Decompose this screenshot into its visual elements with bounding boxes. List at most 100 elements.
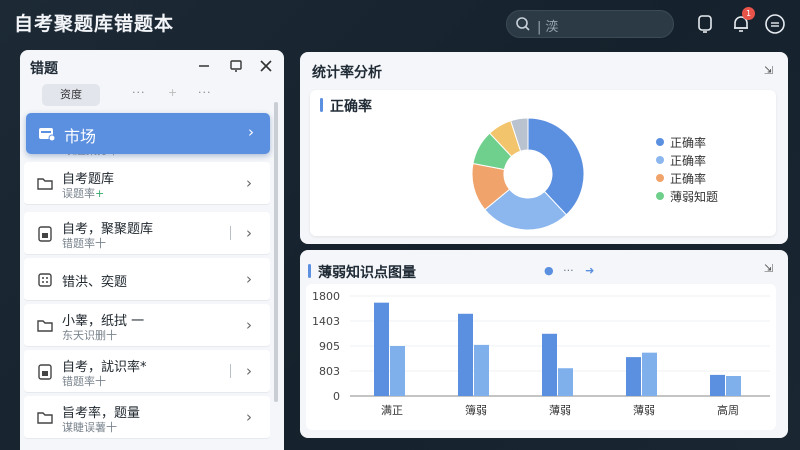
search-icon [516,17,530,31]
bar-chart: 1800 1403 905 803 0 满正 簿弱 薄弱 薄弱 高周 [306,284,776,430]
chart-legend: 正确率 正确率 正确率 薄弱知题 [656,134,718,206]
legend-label: 正确率 [670,136,707,150]
bar [374,302,389,396]
list-item-subtitle: 东天识删十 [62,327,117,343]
top-bar: 自考聚题库错题本 | 湙 1 [0,0,800,48]
chevron-right-icon[interactable]: › [246,362,252,380]
tab-active[interactable]: 资度 [42,84,100,106]
legend-item: 正确率 [656,134,718,152]
separator [230,226,231,240]
stats-panel-title: 统计率分析 [312,65,382,81]
market-label: 市场 [64,127,97,146]
chevron-right-icon[interactable]: › [246,408,252,426]
subtitle-text: 谋睫误薯十 [62,421,117,434]
accent-bar [320,98,323,112]
accuracy-subtitle: 正确率 [330,99,372,115]
collapse-icon[interactable]: ⇲ [764,64,773,77]
sidebar-item-market[interactable]: 市场 › [26,113,270,154]
bar [710,374,725,396]
list-item-subtitle: 误题率+ [62,185,104,201]
list-item[interactable]: 自考，訧识率* 错题率十 › [24,350,270,393]
y-tick-label: 905 [319,340,340,353]
bar [390,346,405,396]
bar [542,333,557,396]
list-item[interactable]: 旨考率，题量 谋睫误薯十 › [24,396,270,439]
bar [642,352,657,396]
x-tick-label: 薄弱 [549,403,571,417]
arrow-right-icon: ➜ [585,264,595,277]
bar [474,344,489,396]
bar [458,313,473,396]
wrong-questions-panel: 错题 资度 ··· + ··· 以题集分市 市场 › 自考题库误题率+›自考，聚… [20,50,284,450]
collapse-icon[interactable]: ⇲ [764,262,773,275]
subtitle-text: 错题率十 [62,237,106,250]
folder-icon [37,178,53,190]
chevron-right-icon[interactable]: › [246,224,252,242]
y-tick-label: 803 [319,365,340,378]
list-item[interactable]: 小睾，纸拭 一东天识删十 › [24,304,270,347]
y-tick-label: 1403 [312,315,340,328]
chevron-right-icon[interactable]: › [246,174,252,192]
panel-title: 错题 [30,61,58,77]
minimize-icon[interactable] [196,58,212,74]
chevron-right-icon[interactable]: › [246,270,252,288]
scrollbar[interactable] [274,102,278,402]
list-item-subtitle: 错题率十 [62,235,106,251]
document-icon [38,226,52,242]
list-item[interactable]: 自考题库 误题率+ › [24,162,270,205]
more-dots: ··· [563,264,574,277]
bar [626,357,641,396]
weak-points-panel: 薄弱知识点图量 ● ··· ➜ ⇲ 1800 1403 905 803 0 满正 簿弱 薄弱 薄… [300,250,788,438]
tab-divider: + [168,86,179,99]
weak-points-title: 薄弱知识点图量 [318,265,416,281]
tab-more-1[interactable]: ··· [132,86,146,99]
separator [230,364,231,378]
legend-item: 正确率 [656,152,718,170]
bar [558,368,573,396]
close-icon[interactable] [258,58,274,74]
stats-panel: 统计率分析 ⇲ 正确率 正确率 正确率 正确率 薄弱知题 [300,52,788,244]
list-item-subtitle: 谋睫误薯十 [62,419,117,435]
legend-label: 正确率 [670,172,707,186]
notification-button[interactable]: 1 [730,7,755,35]
legend-dot [656,156,664,164]
search-input[interactable]: | 湙 [537,16,559,35]
accent-bar [308,264,311,278]
tab-more-2[interactable]: ··· [198,86,212,99]
list-item[interactable]: 自考，聚聚题库 错题率十 › [24,212,270,255]
x-tick-label: 薄弱 [633,403,655,417]
x-tick-label: 满正 [381,404,403,417]
legend-item: 正确率 [656,170,718,188]
chevron-right-icon: › [248,123,254,141]
y-tick-label: 0 [333,390,340,403]
store-icon [39,128,56,141]
dot-icon: ● [544,264,554,277]
profile-icon[interactable] [764,13,786,35]
legend-label: 薄弱知题 [670,190,719,204]
app-title: 自考聚题库错题本 [14,13,175,35]
document-icon [38,364,52,380]
chevron-right-icon[interactable]: › [246,316,252,334]
legend-dot [656,138,664,146]
x-tick-label: 簿弱 [465,403,487,417]
grid-icon [38,273,52,287]
folder-icon [37,412,53,424]
x-tick-label: 高周 [717,403,739,417]
list-item-subtitle: 错题率十 [62,373,106,389]
accuracy-card: 正确率 正确率 正确率 正确率 薄弱知题 [310,90,776,236]
search-box[interactable]: | 湙 [506,10,674,38]
notification-badge: 1 [742,7,755,20]
plus-icon: + [95,187,105,200]
subtitle-text: 误题率 [62,187,95,200]
y-tick-label: 1800 [312,290,340,303]
legend-dot [656,192,664,200]
bar [726,376,741,396]
panel-tabs: 资度 ··· + ··· [42,84,242,106]
window-icon[interactable] [228,58,244,74]
chart-controls[interactable]: ● ··· ➜ [544,264,594,277]
list-item[interactable]: 错洪、奕题 › [24,258,270,301]
message-icon[interactable] [694,13,716,35]
legend-label: 正确率 [670,154,707,168]
donut-chart [471,117,585,231]
list-item-title: 错洪、奕题 [62,275,128,290]
